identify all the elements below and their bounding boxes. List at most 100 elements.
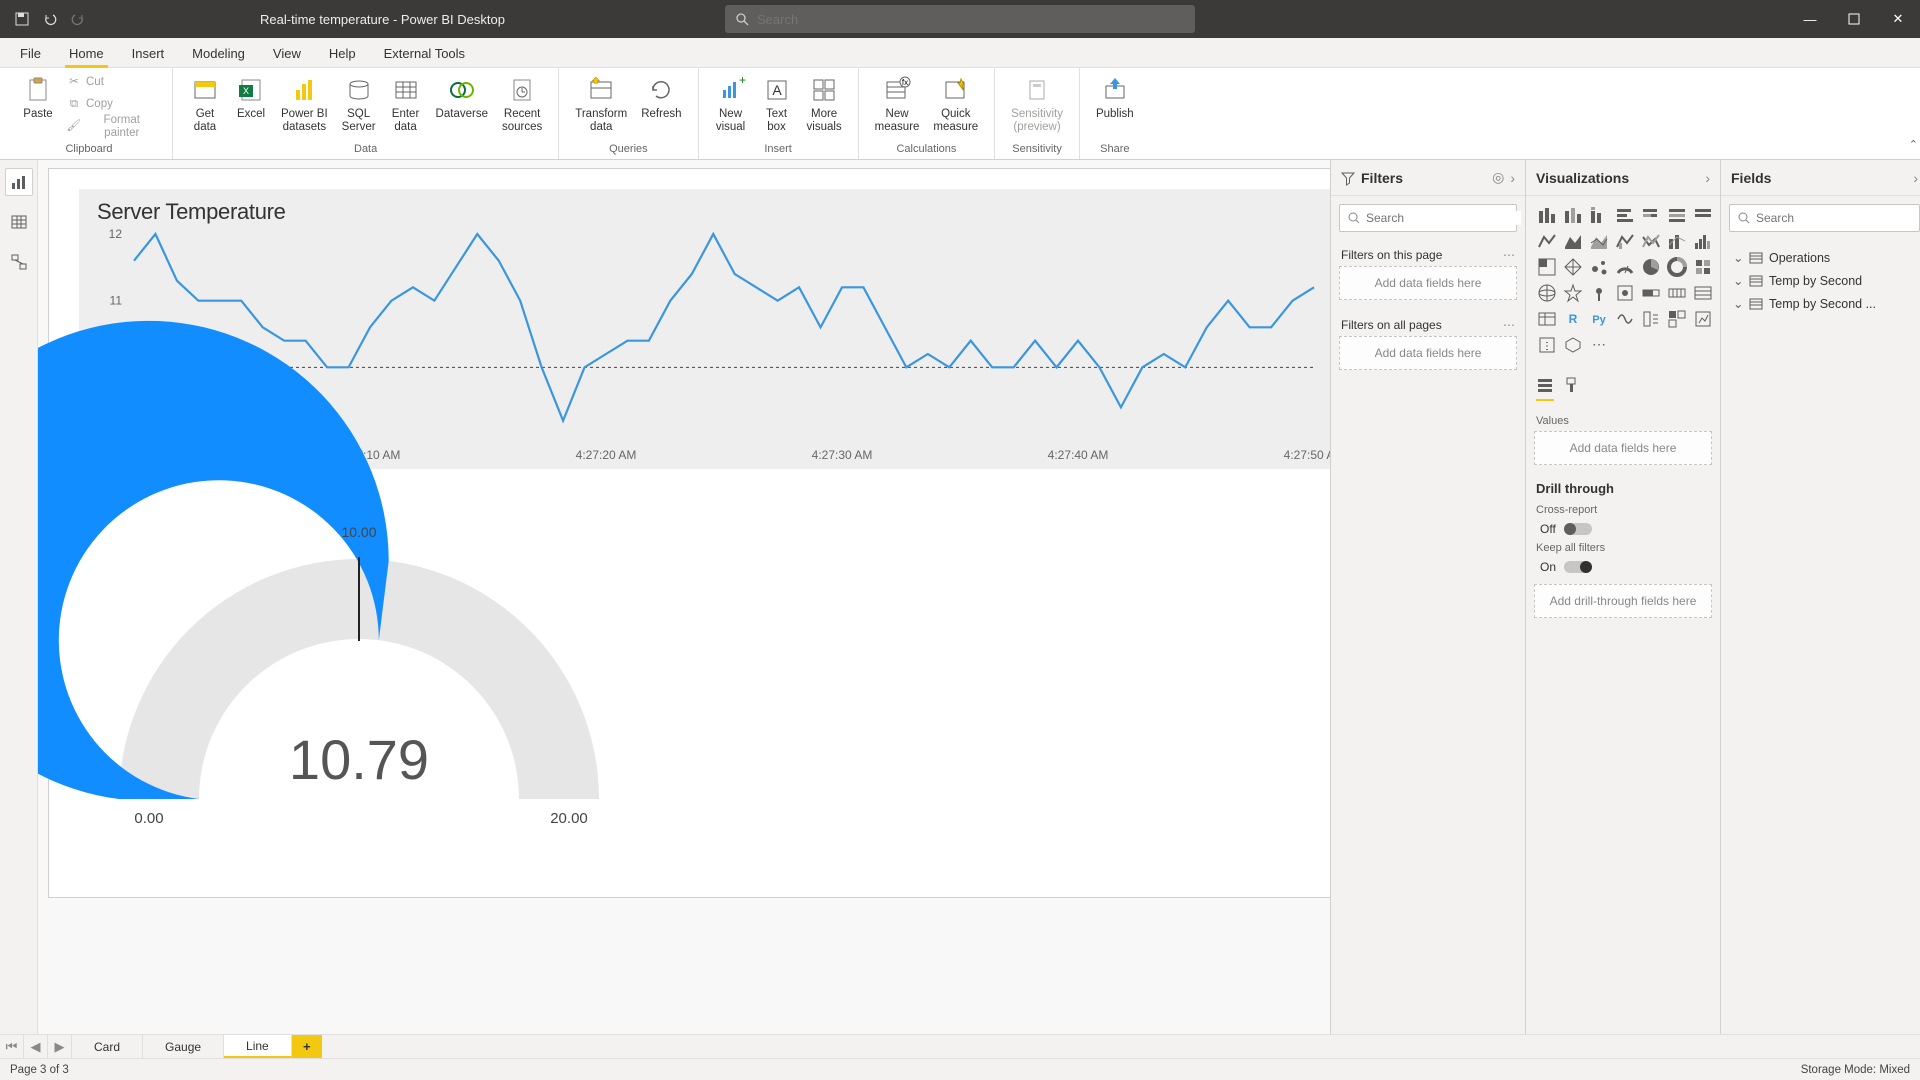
viz-type-6[interactable]	[1692, 204, 1714, 226]
viz-type-17[interactable]	[1614, 256, 1636, 278]
viz-type-15[interactable]	[1562, 256, 1584, 278]
filters-on-page-well[interactable]: Add data fields here	[1339, 266, 1517, 300]
ribbon-collapse-icon[interactable]: ⌃	[1909, 138, 1918, 151]
viz-type-37[interactable]: ⋯	[1588, 334, 1610, 356]
file-tab[interactable]: File	[6, 40, 55, 67]
refresh-button[interactable]: Refresh	[635, 72, 687, 123]
viz-type-13[interactable]	[1692, 230, 1714, 252]
maximize-button[interactable]	[1832, 0, 1876, 38]
page-tab-gauge[interactable]: Gauge	[143, 1035, 224, 1058]
format-tab-icon[interactable]	[1564, 376, 1582, 401]
tab-help[interactable]: Help	[315, 40, 370, 67]
report-canvas[interactable]: Server Temperature 91011124:27:00 AM4:27…	[38, 160, 1330, 1036]
tab-home[interactable]: Home	[55, 40, 118, 67]
viz-type-26[interactable]	[1666, 282, 1688, 304]
viz-type-25[interactable]	[1640, 282, 1662, 304]
undo-icon[interactable]	[40, 9, 60, 29]
tab-modeling[interactable]: Modeling	[178, 40, 259, 67]
viz-type-35[interactable]: ⋮	[1536, 334, 1558, 356]
page-tab-card[interactable]: Card	[72, 1035, 143, 1058]
copy-button[interactable]: ⧉Copy	[62, 94, 162, 116]
redo-icon[interactable]	[68, 9, 88, 29]
viz-type-0[interactable]	[1536, 204, 1558, 226]
transform-data-button[interactable]: Transform data	[569, 72, 633, 136]
filters-hide-icon[interactable]: ◎	[1492, 169, 1504, 186]
viz-type-16[interactable]	[1588, 256, 1610, 278]
tab-view[interactable]: View	[259, 40, 315, 67]
viz-type-10[interactable]	[1614, 230, 1636, 252]
model-view-icon[interactable]	[5, 248, 33, 276]
paste-button[interactable]: Paste	[16, 72, 60, 123]
viz-type-2[interactable]	[1588, 204, 1610, 226]
sql-server-button[interactable]: SQL Server	[336, 72, 382, 136]
filters-collapse-icon[interactable]: ›	[1510, 170, 1515, 186]
fields-collapse-icon[interactable]: ›	[1913, 170, 1918, 186]
tab-insert[interactable]: Insert	[118, 40, 179, 67]
viz-type-29[interactable]: R	[1562, 308, 1584, 330]
viz-collapse-icon[interactable]: ›	[1705, 170, 1710, 186]
tab-external-tools[interactable]: External Tools	[370, 40, 479, 67]
new-visual-button[interactable]: +New visual	[709, 72, 753, 136]
more-icon[interactable]: ⋯	[1503, 318, 1515, 332]
viz-type-27[interactable]	[1692, 282, 1714, 304]
more-visuals-button[interactable]: More visuals	[801, 72, 848, 136]
gauge-visual[interactable]: 10.790.0020.0010.00	[79, 499, 639, 859]
get-data-button[interactable]: Get data	[183, 72, 227, 136]
page-tab-line[interactable]: Line	[224, 1035, 292, 1058]
values-well[interactable]: Add data fields here	[1534, 431, 1712, 465]
new-measure-button[interactable]: fxNew measure	[869, 72, 926, 136]
fields-search-input[interactable]	[1756, 211, 1911, 225]
viz-type-18[interactable]	[1640, 256, 1662, 278]
filters-on-all-well[interactable]: Add data fields here	[1339, 336, 1517, 370]
recent-sources-button[interactable]: Recent sources	[496, 72, 548, 136]
save-icon[interactable]	[12, 9, 32, 29]
page-nav-prev[interactable]: ◀	[24, 1035, 48, 1058]
report-page[interactable]: Server Temperature 91011124:27:00 AM4:27…	[48, 168, 1330, 898]
cross-report-toggle[interactable]	[1564, 523, 1592, 535]
viz-type-3[interactable]	[1614, 204, 1636, 226]
viz-type-24[interactable]	[1614, 282, 1636, 304]
viz-type-23[interactable]	[1588, 282, 1610, 304]
close-button[interactable]: ✕	[1876, 0, 1920, 38]
format-painter-button[interactable]: 🖌Format painter	[62, 116, 162, 138]
text-box-button[interactable]: AText box	[755, 72, 799, 136]
filters-search-input[interactable]	[1366, 211, 1521, 225]
viz-type-22[interactable]	[1562, 282, 1584, 304]
viz-type-36[interactable]	[1562, 334, 1584, 356]
global-search[interactable]	[725, 5, 1195, 33]
viz-type-14[interactable]	[1536, 256, 1558, 278]
excel-button[interactable]: XExcel	[229, 72, 273, 123]
viz-type-20[interactable]	[1692, 256, 1714, 278]
viz-type-31[interactable]	[1614, 308, 1636, 330]
viz-type-30[interactable]: Py	[1588, 308, 1610, 330]
viz-type-4[interactable]	[1640, 204, 1662, 226]
global-search-input[interactable]	[757, 12, 1185, 27]
viz-type-19[interactable]	[1666, 256, 1688, 278]
quick-measure-button[interactable]: Quick measure	[927, 72, 984, 136]
viz-type-7[interactable]	[1536, 230, 1558, 252]
viz-type-32[interactable]	[1640, 308, 1662, 330]
drill-through-well[interactable]: Add drill-through fields here	[1534, 584, 1712, 618]
viz-type-28[interactable]	[1536, 308, 1558, 330]
field-table-2[interactable]: ⌄Temp by Second ...	[1725, 292, 1920, 315]
pbi-datasets-button[interactable]: Power BI datasets	[275, 72, 334, 136]
add-page-button[interactable]: +	[292, 1035, 322, 1058]
field-table-0[interactable]: ⌄Operations	[1725, 246, 1920, 269]
cut-button[interactable]: ✂Cut	[62, 72, 162, 94]
sensitivity-button[interactable]: Sensitivity (preview)	[1005, 72, 1069, 136]
page-nav-first[interactable]: ⏮	[0, 1035, 24, 1058]
viz-type-11[interactable]	[1640, 230, 1662, 252]
minimize-button[interactable]: —	[1788, 0, 1832, 38]
viz-type-34[interactable]	[1692, 308, 1714, 330]
viz-type-5[interactable]	[1666, 204, 1688, 226]
dataverse-button[interactable]: Dataverse	[430, 72, 494, 123]
report-view-icon[interactable]	[5, 168, 33, 196]
viz-type-12[interactable]	[1666, 230, 1688, 252]
viz-type-8[interactable]	[1562, 230, 1584, 252]
more-icon[interactable]: ⋯	[1503, 248, 1515, 262]
data-view-icon[interactable]	[5, 208, 33, 236]
fields-tab-icon[interactable]	[1536, 376, 1554, 401]
keep-filters-toggle[interactable]	[1564, 561, 1592, 573]
field-table-1[interactable]: ⌄Temp by Second	[1725, 269, 1920, 292]
enter-data-button[interactable]: Enter data	[384, 72, 428, 136]
